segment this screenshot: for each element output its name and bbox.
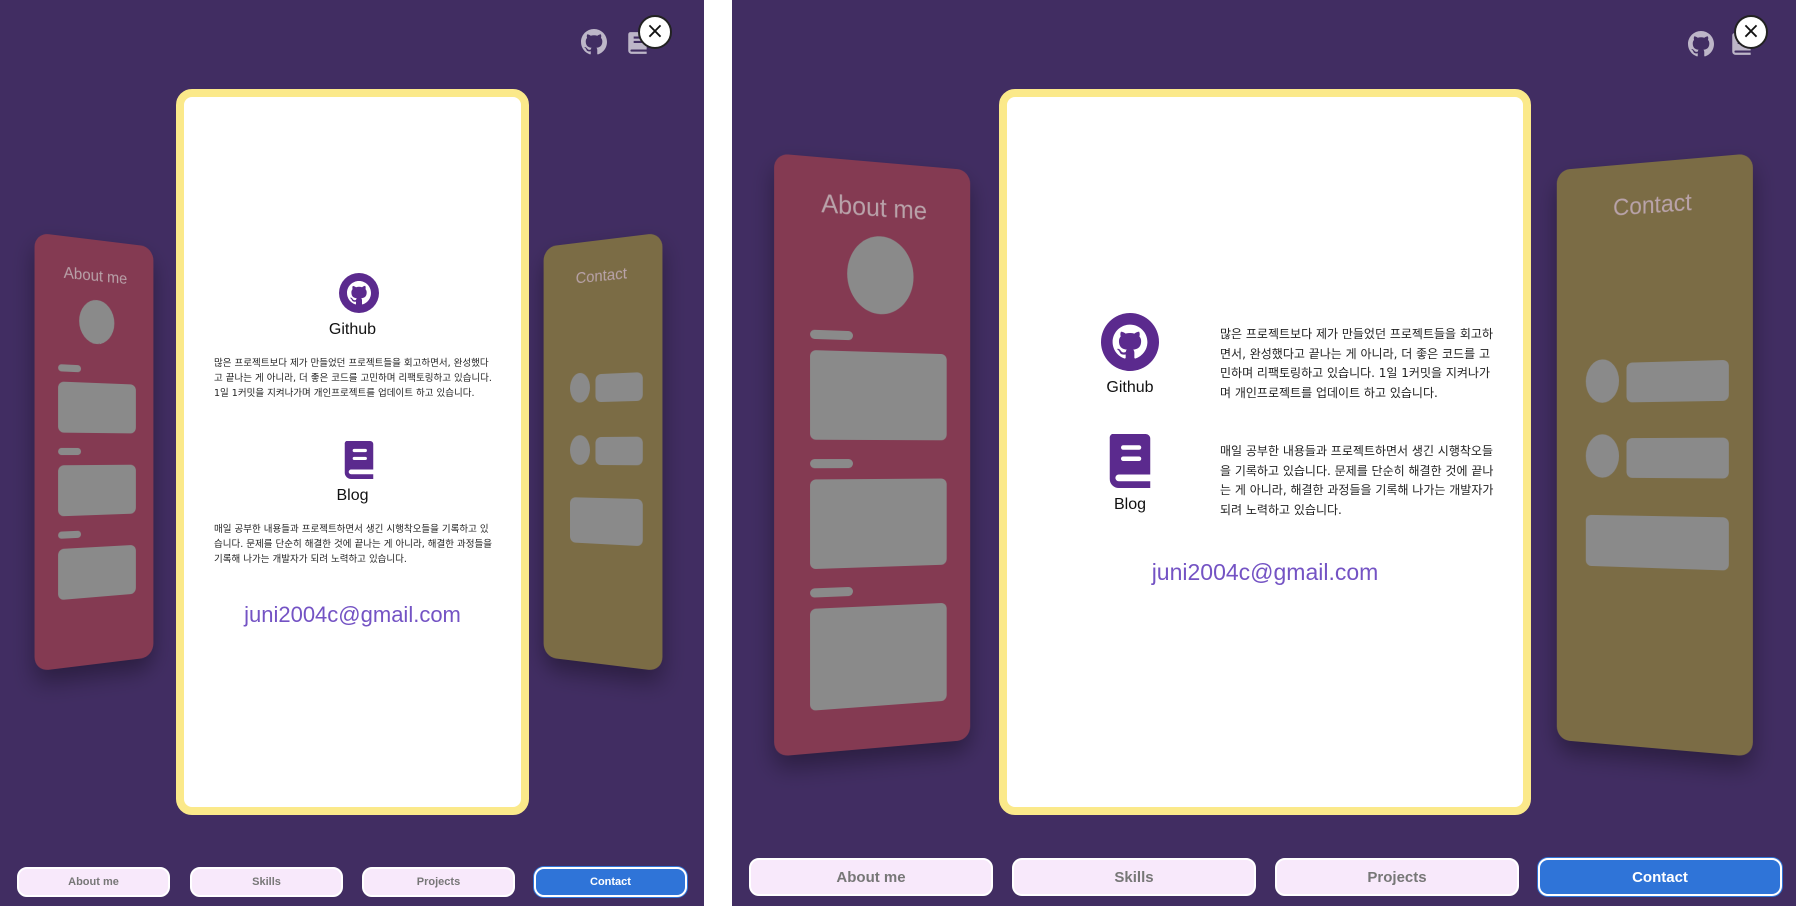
blog-description: 매일 공부한 내용들과 프로젝트하면서 생긴 시행착오들을 기록하고 있습니다.… xyxy=(1220,444,1494,517)
block-placeholder xyxy=(810,350,947,441)
icon-placeholder xyxy=(570,435,590,465)
avatar-placeholder xyxy=(847,234,914,316)
email-link[interactable]: juni2004c@gmail.com xyxy=(184,602,521,628)
book-icon[interactable] xyxy=(1103,431,1157,491)
text-placeholder xyxy=(58,530,82,539)
nav-contact-button[interactable]: Contact xyxy=(1538,858,1782,896)
card-title: About me xyxy=(63,264,128,289)
text-placeholder xyxy=(810,329,853,341)
github-description: 많은 프로젝트보다 제가 만들었던 프로젝트들을 회고하면서, 완성했다고 끝나… xyxy=(214,358,492,399)
block-placeholder xyxy=(58,544,136,601)
text-placeholder xyxy=(595,372,643,403)
nav-projects-button[interactable]: Projects xyxy=(362,867,515,897)
contact-card: Github 많은 프로젝트보다 제가 만들었던 프로젝트들을 회고하면서, 완… xyxy=(999,89,1531,815)
close-button[interactable]: × xyxy=(1734,15,1768,49)
card-title: About me xyxy=(821,187,928,226)
nav-about-me-button[interactable]: About me xyxy=(17,867,170,897)
text-placeholder xyxy=(1626,437,1729,479)
text-placeholder xyxy=(595,436,643,466)
icon-placeholder xyxy=(1585,358,1620,404)
nav-about-me-button[interactable]: About me xyxy=(749,858,993,896)
block-placeholder xyxy=(58,464,136,517)
about-me-card[interactable]: About me xyxy=(774,153,971,757)
text-placeholder xyxy=(58,447,82,456)
block-placeholder xyxy=(1585,514,1729,571)
nav-projects-button[interactable]: Projects xyxy=(1275,858,1519,896)
card-title: Contact xyxy=(1613,188,1692,222)
contact-side-card[interactable]: Contact xyxy=(543,232,663,672)
avatar-placeholder xyxy=(79,298,115,346)
nav-skills-button[interactable]: Skills xyxy=(190,867,343,897)
github-label: Github xyxy=(1106,379,1154,396)
block-placeholder xyxy=(58,381,136,434)
text-placeholder xyxy=(58,364,82,373)
block-placeholder xyxy=(810,478,947,570)
blog-label: Blog xyxy=(1113,496,1147,513)
close-button[interactable]: × xyxy=(638,15,672,49)
block-placeholder xyxy=(810,602,947,711)
block-placeholder xyxy=(570,497,643,547)
email-link[interactable]: juni2004c@gmail.com xyxy=(1007,559,1523,586)
mobile-view-panel: × About me Contact Github 많은 프로젝트보다 제가 만… xyxy=(0,0,704,906)
desktop-view-panel: × About me Contact Github 많은 프로젝트보다 제가 만… xyxy=(732,0,1796,906)
github-icon[interactable] xyxy=(339,273,379,313)
icon-placeholder xyxy=(570,372,590,403)
github-icon[interactable] xyxy=(1101,313,1159,371)
github-icon[interactable] xyxy=(1688,31,1714,57)
blog-label: Blog xyxy=(336,487,369,504)
contact-side-card[interactable]: Contact xyxy=(1556,153,1753,757)
about-me-card[interactable]: About me xyxy=(34,232,154,672)
github-icon[interactable] xyxy=(581,29,607,55)
text-placeholder xyxy=(1626,359,1729,403)
icon-placeholder xyxy=(1585,434,1620,478)
nav-skills-button[interactable]: Skills xyxy=(1012,858,1256,896)
nav-contact-button[interactable]: Contact xyxy=(534,867,687,897)
contact-card: Github 많은 프로젝트보다 제가 만들었던 프로젝트들을 회고하면서, 완… xyxy=(176,89,529,815)
text-placeholder xyxy=(810,586,853,598)
text-placeholder xyxy=(810,459,853,469)
github-label: Github xyxy=(328,321,377,338)
blog-description: 매일 공부한 내용들과 프로젝트하면서 생긴 시행착오들을 기록하고 있습니다.… xyxy=(214,524,492,565)
card-title: Contact xyxy=(575,265,627,288)
book-icon[interactable] xyxy=(340,439,378,481)
github-description: 많은 프로젝트보다 제가 만들었던 프로젝트들을 회고하면서, 완성했다고 끝나… xyxy=(1220,327,1493,400)
